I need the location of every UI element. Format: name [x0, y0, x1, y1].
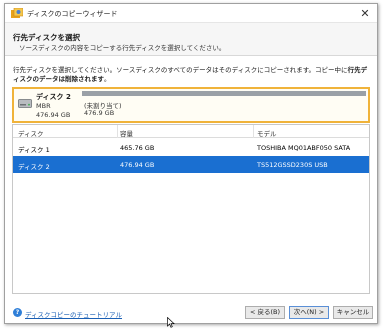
row-disk: ディスク 2 [18, 163, 50, 171]
instruction-text: 行先ディスクを選択してください。ソースディスクのすべてのデータはそのディスクにコ… [13, 66, 373, 84]
row-capacity: 465.76 GB [120, 144, 155, 152]
instruction-plain: 行先ディスクを選択してください。ソースディスクのすべてのデータはそのディスクにコ… [13, 66, 348, 74]
title-bar: ディスクのコピーウィザード ✕ [5, 4, 377, 23]
table-row-selected[interactable]: ディスク 2 476.94 GB TS512GSSD230S USB [13, 156, 369, 173]
column-header-capacity[interactable]: 容量 [120, 128, 133, 138]
header-band: 行先ディスクを選択 ソースディスクの内容をコピーする行先ディスクを選択してくださ… [5, 23, 377, 56]
page-subheading: ソースディスクの内容をコピーする行先ディスクを選択してください。 [19, 44, 226, 52]
instruction-end: 。 [104, 75, 111, 83]
wizard-window: ディスクのコピーウィザード ✕ 行先ディスクを選択 ソースディスクの内容をコピー… [4, 3, 378, 324]
column-divider [253, 125, 254, 138]
help-circle-icon[interactable]: ? [13, 308, 22, 317]
partition-bar [82, 91, 366, 96]
selected-disk-card[interactable]: ディスク 2 MBR 476.94 GB (未割り当て) 476.9 GB [12, 87, 370, 123]
disk-card-size: 476.94 GB [36, 111, 71, 119]
hard-disk-icon [18, 99, 32, 108]
disk-table: ディスク 容量 モデル ディスク 1 465.76 GB TOSHIBA MQ0… [12, 124, 370, 294]
row-model: TS512GSSD230S USB [257, 161, 328, 169]
partition-size: 476.9 GB [84, 109, 115, 117]
unallocated-partition[interactable]: (未割り当て) 476.9 GB [82, 91, 366, 119]
cancel-button[interactable]: キャンセル [333, 306, 373, 319]
column-divider [117, 125, 118, 138]
footer-bar: ? ディスクコピーのチュートリアル < 戻る(B) 次へ(N) > キャンセル [5, 300, 377, 325]
row-capacity: 476.94 GB [120, 161, 155, 169]
table-row[interactable]: ディスク 1 465.76 GB TOSHIBA MQ01ABF050 SATA [13, 139, 369, 156]
column-header-disk[interactable]: ディスク [18, 128, 44, 138]
mouse-cursor-icon [167, 317, 175, 328]
tutorial-link[interactable]: ディスクコピーのチュートリアル [25, 309, 122, 319]
close-icon[interactable]: ✕ [357, 6, 373, 21]
row-model: TOSHIBA MQ01ABF050 SATA [257, 144, 351, 152]
wizard-app-icon [11, 8, 23, 18]
disk-card-name: ディスク 2 [36, 93, 71, 101]
next-button[interactable]: 次へ(N) > [289, 306, 329, 319]
row-disk: ディスク 1 [18, 146, 50, 154]
window-title: ディスクのコピーウィザード [27, 10, 118, 18]
column-header-model[interactable]: モデル [257, 128, 277, 138]
disk-card-type: MBR [36, 102, 51, 110]
table-header: ディスク 容量 モデル [13, 125, 369, 138]
back-button[interactable]: < 戻る(B) [245, 306, 285, 319]
